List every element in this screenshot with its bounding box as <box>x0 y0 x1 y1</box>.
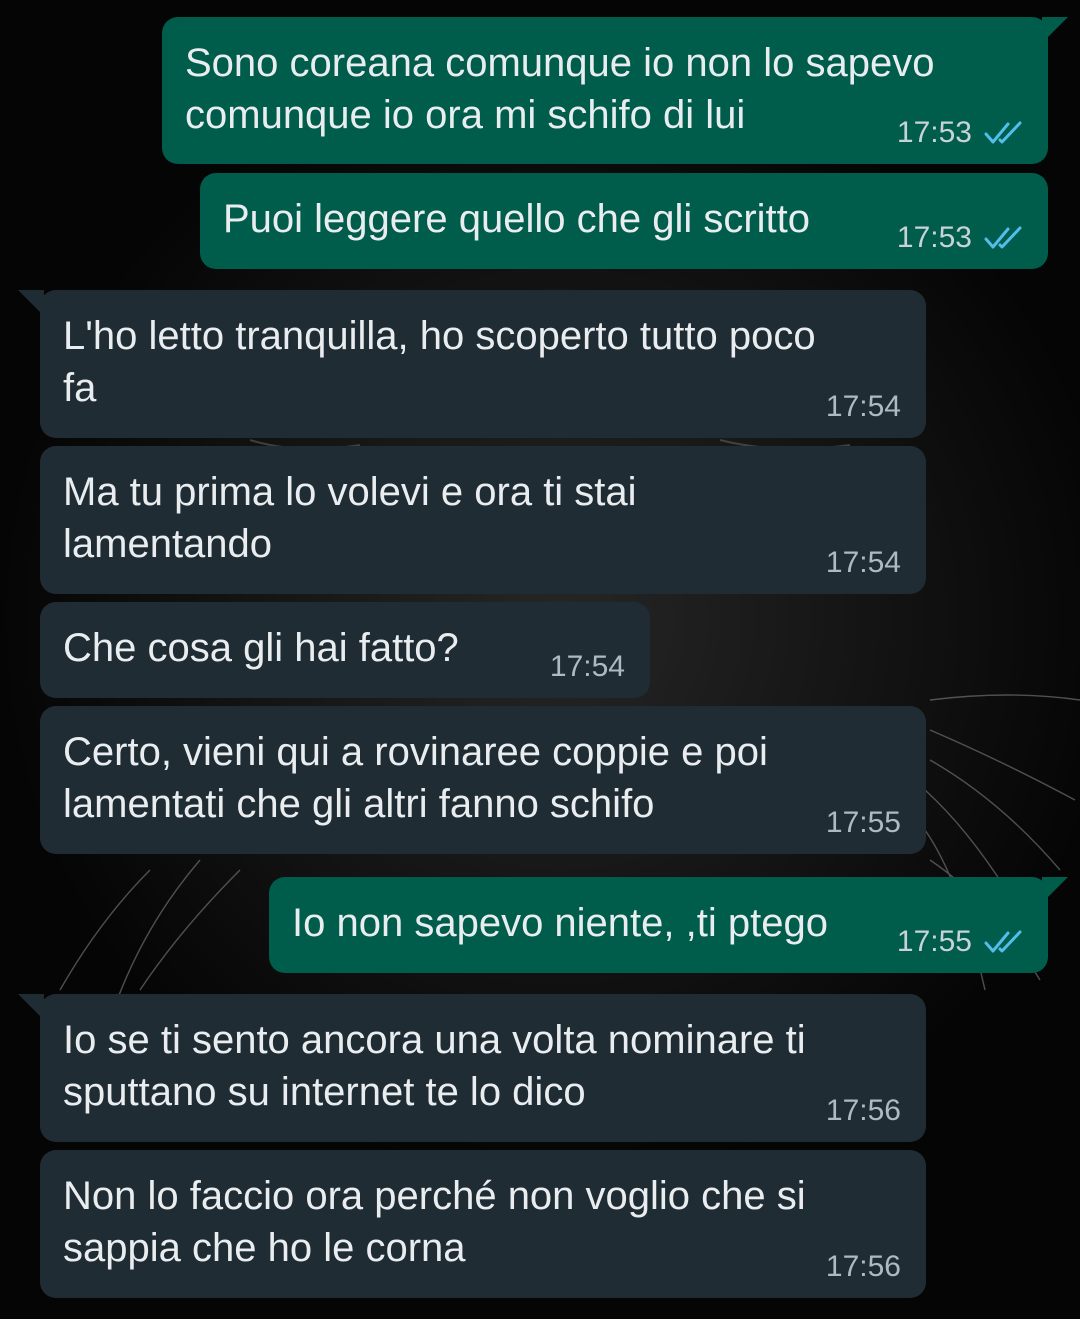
incoming-message[interactable]: L'ho letto tranquilla, ho scoperto tutto… <box>40 290 926 438</box>
incoming-message[interactable]: Ma tu prima lo volevi e ora ti stai lame… <box>40 446 926 594</box>
incoming-message[interactable]: Certo, vieni qui a rovinaree coppie e po… <box>40 706 926 854</box>
message-time: 17:56 <box>825 1250 901 1283</box>
message-text: Certo, vieni qui a rovinaree coppie e po… <box>63 730 768 826</box>
message-text: Che cosa gli hai fatto? <box>63 626 459 670</box>
incoming-message[interactable]: Che cosa gli hai fatto? 17:54 <box>40 602 650 698</box>
message-text: Puoi leggere quello che gli scritto <box>223 197 811 241</box>
message-text: Io non sapevo niente, ,ti ptego <box>292 901 828 945</box>
message-text: L'ho letto tranquilla, ho scoperto tutto… <box>63 314 816 410</box>
message-text: Ma tu prima lo volevi e ora ti stai lame… <box>63 470 637 566</box>
message-text: Non lo faccio ora perché non voglio che … <box>63 1174 806 1270</box>
incoming-message[interactable]: Non lo faccio ora perché non voglio che … <box>40 1150 926 1298</box>
message-time: 17:54 <box>549 650 625 683</box>
double-check-icon <box>984 930 1022 953</box>
outgoing-message[interactable]: Io non sapevo niente, ,ti ptego 17:55 <box>269 877 1048 973</box>
message-time: 17:56 <box>825 1094 901 1127</box>
message-time: 17:53 <box>896 116 972 149</box>
message-time: 17:55 <box>825 806 901 839</box>
bubble-tail <box>1042 17 1068 43</box>
message-time: 17:55 <box>896 925 972 958</box>
double-check-icon <box>984 226 1022 249</box>
message-time: 17:53 <box>896 221 972 254</box>
outgoing-message[interactable]: Sono coreana comunque io non lo sapevo c… <box>162 17 1048 164</box>
outgoing-message[interactable]: Puoi leggere quello che gli scritto 17:5… <box>200 173 1048 269</box>
chat-message-list[interactable]: Sono coreana comunque io non lo sapevo c… <box>0 0 1080 1319</box>
double-check-icon <box>984 121 1022 144</box>
message-text: Sono coreana comunque io non lo sapevo c… <box>185 41 935 137</box>
bubble-tail <box>1042 877 1068 903</box>
message-text: Io se ti sento ancora una volta nominare… <box>63 1018 806 1114</box>
message-time: 17:54 <box>825 390 901 423</box>
incoming-message[interactable]: Io se ti sento ancora una volta nominare… <box>40 994 926 1142</box>
message-time: 17:54 <box>825 546 901 579</box>
